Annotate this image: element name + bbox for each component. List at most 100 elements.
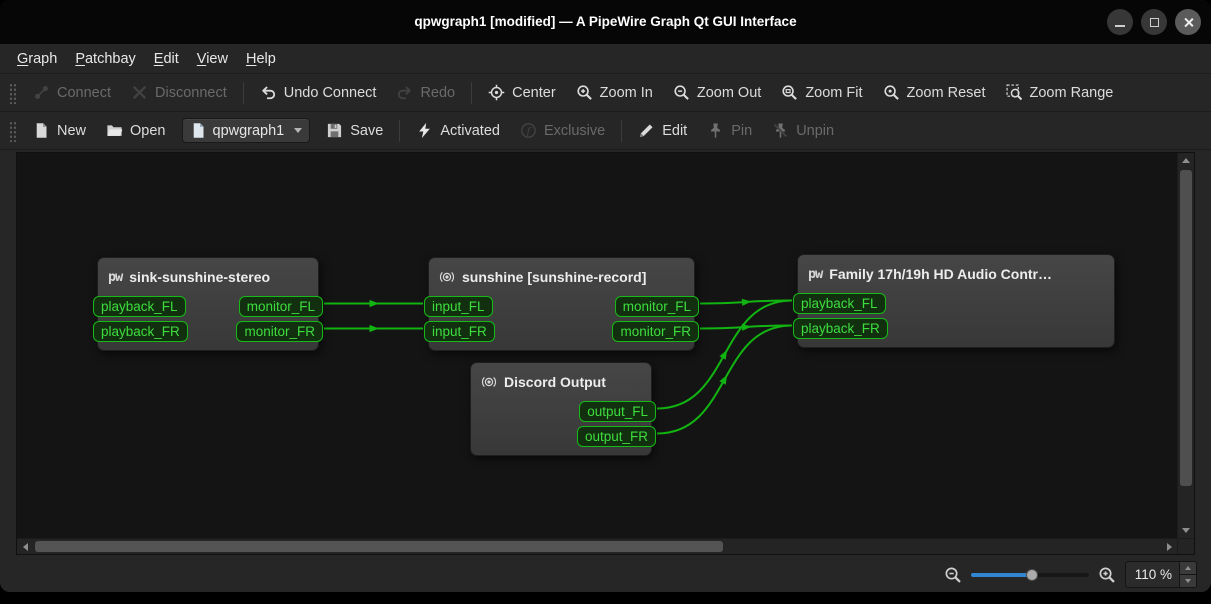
port-input_FR[interactable]: input_FR (424, 321, 495, 342)
zoom-step-down-button[interactable] (1180, 574, 1196, 587)
zoom-out-button[interactable]: Zoom Out (664, 79, 770, 106)
port-row: output_FL (471, 399, 651, 424)
patchbay-edit-button[interactable]: Edit (629, 117, 696, 144)
scroll-right-button[interactable] (1161, 539, 1177, 554)
zoom-in-button[interactable] (1098, 566, 1116, 584)
port-monitor_FL[interactable]: monitor_FL (239, 296, 323, 317)
button-label: Connect (57, 85, 111, 101)
toolbar-handle[interactable] (8, 82, 16, 104)
minimize-icon (1115, 25, 1125, 27)
unpin-icon (772, 122, 789, 139)
port-playback_FR[interactable]: playback_FR (93, 321, 188, 342)
center-button[interactable]: Center (479, 79, 565, 106)
zoom-in-button[interactable]: Zoom In (567, 79, 662, 106)
port-output_FR[interactable]: output_FR (577, 426, 656, 447)
button-label: Pin (731, 123, 752, 139)
zoom-fit-button[interactable]: Zoom Fit (772, 79, 871, 106)
graph-node-sunshine[interactable]: sunshine [sunshine-record]input_FLmonito… (428, 257, 695, 351)
scroll-down-button[interactable] (1178, 523, 1194, 538)
button-label: Zoom Reset (907, 85, 986, 101)
node-header: pwFamily 17h/19h HD Audio Contr… (798, 255, 1114, 291)
graph-node-discord-output[interactable]: Discord Outputoutput_FLoutput_FR (470, 362, 652, 456)
button-label: Unpin (796, 123, 834, 139)
zoom-spin-arrows (1179, 562, 1196, 587)
title-bar[interactable]: qpwgraph1 [modified] — A PipeWire Graph … (0, 0, 1211, 44)
center-icon (488, 84, 505, 101)
toolbar-handle[interactable] (8, 120, 16, 142)
button-label: Zoom Fit (805, 85, 862, 101)
zoom-reset-icon (883, 84, 900, 101)
port-output_FL[interactable]: output_FL (579, 401, 656, 422)
button-label: Undo Connect (284, 85, 377, 101)
arrow-up-icon (1182, 158, 1190, 163)
patchbay-save-button[interactable]: Save (317, 117, 392, 144)
svg-text:f: f (526, 124, 533, 137)
patchbay-activated-button[interactable]: Activated (407, 117, 509, 144)
graph-node-sink-sunshine-stereo[interactable]: pwsink-sunshine-stereoplayback_FLmonitor… (97, 257, 319, 351)
horizontal-scroll-track[interactable] (33, 539, 1161, 554)
patchbay-new-button[interactable]: New (24, 117, 95, 144)
menu-help[interactable]: Help (237, 48, 285, 70)
disconnect-button[interactable]: Disconnect (122, 79, 236, 106)
scroll-up-button[interactable] (1178, 153, 1194, 168)
close-button[interactable] (1175, 9, 1201, 35)
monitor-icon (439, 269, 455, 285)
port-monitor_FR[interactable]: monitor_FR (612, 321, 699, 342)
port-monitor_FR[interactable]: monitor_FR (236, 321, 323, 342)
menu-graph[interactable]: Graph (8, 48, 66, 70)
arrow-down-icon (1182, 528, 1190, 533)
port-playback_FR[interactable]: playback_FR (793, 318, 888, 339)
button-label: Activated (440, 123, 500, 139)
graph-frame: pwsink-sunshine-stereoplayback_FLmonitor… (16, 152, 1195, 555)
arrow-up-icon (1185, 566, 1191, 570)
button-label: Zoom Range (1030, 85, 1114, 101)
redo-button[interactable]: Redo (387, 79, 464, 106)
zoom-value[interactable]: 110 % (1126, 562, 1179, 587)
zoom-out-icon (944, 566, 962, 584)
zoom-range-button[interactable]: Zoom Range (997, 79, 1123, 106)
port-monitor_FL[interactable]: monitor_FL (615, 296, 699, 317)
toolbar-separator (471, 82, 472, 104)
monitor-icon (481, 374, 497, 390)
activated-icon (416, 122, 433, 139)
graph-canvas[interactable]: pwsink-sunshine-stereoplayback_FLmonitor… (17, 153, 1177, 538)
connection-arrow-icon (719, 375, 727, 385)
patchbay-pin-button[interactable]: Pin (698, 117, 761, 144)
port-playback_FL[interactable]: playback_FL (93, 296, 186, 317)
patchbay-open-button[interactable]: Open (97, 117, 174, 144)
horizontal-scroll-thumb[interactable] (35, 541, 723, 552)
zoom-in-icon (576, 84, 593, 101)
menu-edit[interactable]: Edit (145, 48, 188, 70)
zoom-reset-button[interactable]: Zoom Reset (874, 79, 995, 106)
scroll-left-button[interactable] (17, 539, 33, 554)
arrow-down-icon (1185, 579, 1191, 583)
maximize-button[interactable] (1141, 9, 1167, 35)
vertical-scrollbar[interactable] (1177, 153, 1194, 538)
arrow-left-icon (23, 543, 28, 551)
zoom-step-up-button[interactable] (1180, 562, 1196, 574)
zoom-slider[interactable] (971, 566, 1089, 583)
arrow-right-icon (1167, 543, 1172, 551)
graph-node-family-audio[interactable]: pwFamily 17h/19h HD Audio Contr…playback… (797, 254, 1115, 348)
node-ports: playback_FLplayback_FR (798, 291, 1114, 347)
zoom-spinbox[interactable]: 110 % (1125, 561, 1197, 588)
connect-button[interactable]: Connect (24, 79, 120, 106)
menu-patchbay[interactable]: Patchbay (66, 48, 144, 70)
port-input_FL[interactable]: input_FL (424, 296, 493, 317)
patchbay-profile-combobox[interactable]: qpwgraph1 (182, 118, 311, 143)
port-row: input_FLmonitor_FL (429, 294, 694, 319)
toolbar-patchbay: NewOpen qpwgraph1Save Activated fExclusive E… (0, 112, 1211, 150)
menu-view[interactable]: View (188, 48, 237, 70)
undo-connect-button[interactable]: Undo Connect (251, 79, 386, 106)
vertical-scroll-thumb[interactable] (1180, 170, 1192, 486)
vertical-scroll-track[interactable] (1178, 168, 1194, 523)
patchbay-unpin-button[interactable]: Unpin (763, 117, 843, 144)
patchbay-exclusive-button[interactable]: fExclusive (511, 117, 614, 144)
zoom-slider-handle[interactable] (1026, 569, 1038, 581)
port-playback_FL[interactable]: playback_FL (793, 293, 886, 314)
horizontal-scrollbar[interactable] (17, 538, 1177, 554)
node-title: Family 17h/19h HD Audio Contr… (829, 266, 1052, 282)
chevron-down-icon (294, 128, 302, 133)
zoom-out-button[interactable] (944, 566, 962, 584)
minimize-button[interactable] (1107, 9, 1133, 35)
